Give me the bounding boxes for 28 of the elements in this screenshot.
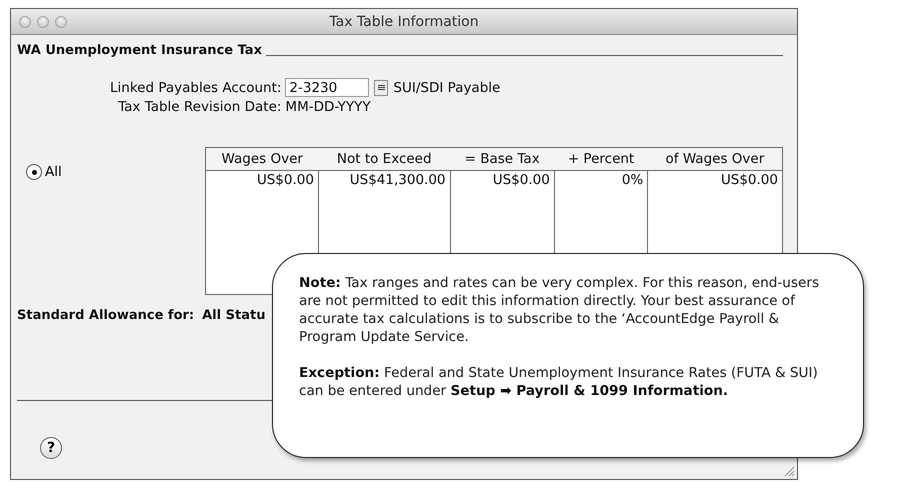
resize-grip-icon[interactable]: [784, 466, 795, 477]
table-cell: US$0.00: [648, 170, 782, 190]
table-cell: US$0.00: [206, 170, 318, 190]
revision-date: MM-DD-YYYY: [285, 99, 372, 115]
field-label: Linked Payables Account:: [110, 80, 282, 96]
list-icon[interactable]: [374, 80, 388, 96]
column-header: Not to Exceed: [318, 148, 450, 170]
window-control-button[interactable]: [19, 16, 31, 28]
table-cell: US$41,300.00: [318, 170, 450, 190]
radio-option[interactable]: All: [26, 163, 205, 181]
allowance-value: All Statu: [202, 308, 266, 323]
account-field[interactable]: 2-3230: [285, 78, 370, 97]
note-text: Exception: Federal and State Unemployment Insurance Rates (FUTA & SUI) can be entered under Setup ➡ Payroll & 1099 Information.: [299, 364, 819, 400]
table-cell: 0%: [554, 170, 648, 190]
note-text: Note: Tax ranges and rates can be very complex. For this reason, end-users are not permitted to edit this information directly. Your best assurance of accurate tax calculations is to subscribe to the ‘AccountEdge Payroll & Program Update Service.: [299, 274, 820, 346]
column-header: + Percent: [554, 148, 648, 170]
account-name: SUI/SDI Payable: [393, 80, 500, 96]
column-header: of Wages Over: [648, 148, 782, 170]
help-button[interactable]: ?: [40, 437, 62, 459]
column-header: = Base Tax: [450, 148, 554, 170]
window-title: Tax Table Information: [329, 14, 479, 30]
column-header: Wages Over: [206, 148, 318, 170]
section-title: WA Unemployment Insurance Tax: [17, 43, 262, 58]
field-label: Tax Table Revision Date:: [117, 99, 282, 115]
table-cell: US$0.00: [450, 170, 554, 190]
allowance-label: Standard Allowance for:: [17, 308, 194, 323]
window-control-button[interactable]: [37, 16, 49, 28]
window-control-button[interactable]: [55, 16, 67, 28]
